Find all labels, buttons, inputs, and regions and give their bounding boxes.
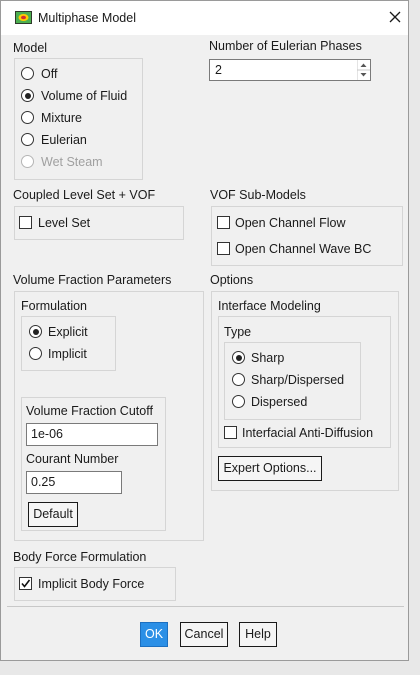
- radio-dispersed[interactable]: Dispersed: [232, 395, 357, 413]
- open-channel-flow-checkbox[interactable]: Open Channel Flow: [217, 216, 397, 234]
- radio-sharp-dispersed[interactable]: Sharp/Dispersed: [232, 373, 357, 391]
- implicit-body-force-checkbox[interactable]: Implicit Body Force: [19, 577, 169, 595]
- radio-wet-steam-label: Wet Steam: [41, 155, 103, 169]
- checkmark-icon: [21, 579, 31, 588]
- implicit-body-force-check-box[interactable]: [19, 577, 32, 590]
- expert-options-button[interactable]: Expert Options...: [218, 456, 322, 481]
- radio-explicit-label: Explicit: [48, 325, 88, 339]
- type-label: Type: [224, 325, 252, 339]
- radio-implicit-label: Implicit: [48, 347, 87, 361]
- radio-dispersed-label: Dispersed: [251, 395, 308, 409]
- radio-eulerian-indicator[interactable]: [21, 133, 34, 146]
- default-button[interactable]: Default: [28, 502, 78, 527]
- radio-mixture-label: Mixture: [41, 111, 82, 125]
- phases-label: Number of Eulerian Phases: [209, 39, 362, 53]
- cancel-button[interactable]: Cancel: [180, 622, 228, 647]
- interface-modeling-label: Interface Modeling: [218, 299, 321, 313]
- courant-number-input[interactable]: 0.25: [26, 471, 122, 494]
- radio-eulerian[interactable]: Eulerian: [21, 133, 141, 151]
- volume-fraction-cutoff-input[interactable]: 1e-06: [26, 423, 158, 446]
- radio-mixture-indicator[interactable]: [21, 111, 34, 124]
- level-set-checkbox[interactable]: Level Set: [19, 216, 139, 234]
- radio-off[interactable]: Off: [21, 67, 141, 85]
- open-channel-wave-bc-check-box[interactable]: [217, 242, 230, 255]
- radio-sharp-indicator[interactable]: [232, 351, 245, 364]
- radio-implicit[interactable]: Implicit: [29, 347, 114, 365]
- radio-wet-steam-indicator: [21, 155, 34, 168]
- radio-sharp-label: Sharp: [251, 351, 285, 365]
- open-channel-flow-label: Open Channel Flow: [235, 216, 346, 230]
- level-set-label: Level Set: [38, 216, 91, 230]
- radio-sharp[interactable]: Sharp: [232, 351, 357, 369]
- radio-implicit-indicator[interactable]: [29, 347, 42, 360]
- open-channel-wave-bc-label: Open Channel Wave BC: [235, 242, 372, 256]
- level-set-check-box[interactable]: [19, 216, 32, 229]
- body-force-formulation-label: Body Force Formulation: [13, 550, 147, 564]
- courant-number-value: 0.25: [31, 475, 56, 489]
- multiphase-model-dialog: Multiphase Model Model Off Volume of Flu…: [0, 0, 409, 661]
- open-channel-flow-check-box[interactable]: [217, 216, 230, 229]
- window-title: Multiphase Model: [38, 11, 136, 25]
- formulation-label: Formulation: [21, 299, 87, 313]
- interfacial-anti-diffusion-checkbox[interactable]: Interfacial Anti-Diffusion: [224, 426, 389, 444]
- footer-separator: [7, 606, 404, 607]
- phases-spinbox[interactable]: 2: [209, 59, 371, 81]
- phases-spinner-arrows-icon[interactable]: [357, 60, 370, 80]
- radio-off-label: Off: [41, 67, 58, 81]
- radio-mixture[interactable]: Mixture: [21, 111, 141, 129]
- interfacial-anti-diffusion-label: Interfacial Anti-Diffusion: [242, 426, 374, 440]
- radio-sharp-dispersed-indicator[interactable]: [232, 373, 245, 386]
- radio-volume-of-fluid[interactable]: Volume of Fluid: [21, 89, 141, 107]
- courant-number-label: Courant Number: [26, 452, 119, 466]
- radio-off-indicator[interactable]: [21, 67, 34, 80]
- radio-wet-steam: Wet Steam: [21, 155, 141, 173]
- radio-sharp-dispersed-label: Sharp/Dispersed: [251, 373, 345, 387]
- radio-eulerian-label: Eulerian: [41, 133, 87, 147]
- close-icon[interactable]: [387, 9, 403, 25]
- volume-fraction-cutoff-label: Volume Fraction Cutoff: [26, 404, 153, 418]
- radio-explicit[interactable]: Explicit: [29, 325, 114, 343]
- app-logo-icon: [15, 11, 32, 24]
- vof-submodels-label: VOF Sub-Models: [210, 188, 306, 202]
- radio-explicit-indicator[interactable]: [29, 325, 42, 338]
- ok-button[interactable]: OK: [140, 622, 168, 647]
- help-button[interactable]: Help: [239, 622, 277, 647]
- radio-volume-of-fluid-label: Volume of Fluid: [41, 89, 128, 103]
- volume-fraction-cutoff-value: 1e-06: [31, 427, 63, 441]
- volume-fraction-parameters-label: Volume Fraction Parameters: [13, 273, 172, 287]
- radio-dispersed-indicator[interactable]: [232, 395, 245, 408]
- radio-volume-of-fluid-indicator[interactable]: [21, 89, 34, 102]
- phases-value: 2: [215, 63, 222, 77]
- coupled-level-set-label: Coupled Level Set + VOF: [13, 188, 156, 202]
- model-label: Model: [13, 41, 48, 55]
- implicit-body-force-label: Implicit Body Force: [38, 577, 145, 591]
- options-label: Options: [210, 273, 254, 287]
- open-channel-wave-bc-checkbox[interactable]: Open Channel Wave BC: [217, 242, 397, 260]
- interfacial-anti-diffusion-check-box[interactable]: [224, 426, 237, 439]
